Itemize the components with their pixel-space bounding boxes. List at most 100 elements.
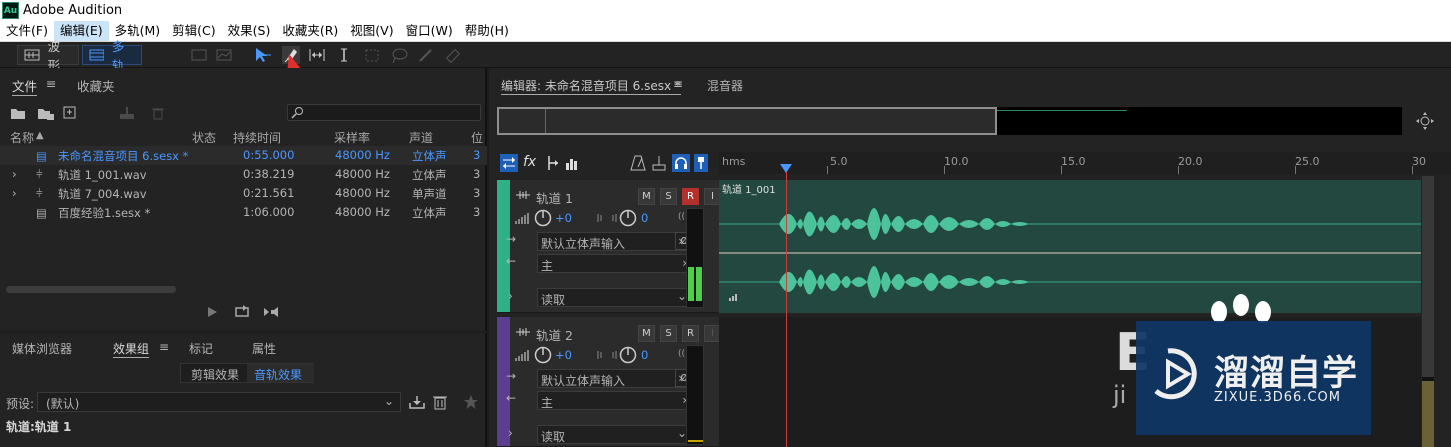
sends-icon[interactable]: [544, 154, 560, 172]
menu-favorites[interactable]: 收藏夹(R): [276, 21, 344, 41]
mute-button[interactable]: M: [638, 188, 655, 205]
waveform-view-button[interactable]: 波形: [17, 39, 79, 73]
output-select[interactable]: 主 ›: [537, 254, 693, 273]
pan-value[interactable]: 0: [641, 348, 648, 362]
timeline-ruler[interactable]: hms 5.0 10.0 15.0 20.0 25.0 30: [719, 152, 1451, 174]
col-name[interactable]: 名称: [10, 129, 34, 146]
brush-tool-icon[interactable]: [416, 46, 434, 64]
automation-mode-select[interactable]: 读取 ⌄: [537, 425, 693, 444]
new-file-icon[interactable]: [63, 106, 81, 120]
headphones-icon[interactable]: [672, 154, 690, 172]
tab-effects-rack[interactable]: 效果组: [113, 340, 150, 358]
move-tool-icon[interactable]: [253, 46, 271, 64]
input-output-toggle-icon[interactable]: [500, 154, 518, 172]
time-selection-tool-icon[interactable]: [335, 46, 353, 64]
pan-knob[interactable]: [619, 346, 637, 364]
insert-icon[interactable]: [118, 106, 136, 120]
volume-value[interactable]: +0: [555, 348, 572, 362]
panel-menu-icon[interactable]: ≡: [159, 340, 169, 354]
volume-knob[interactable]: [534, 346, 552, 364]
automation-mode-select[interactable]: 读取 ⌄: [537, 288, 693, 307]
pan-value[interactable]: 0: [641, 211, 648, 225]
track-name[interactable]: 轨道 2: [536, 325, 573, 344]
tab-favorites[interactable]: 收藏夹: [77, 76, 115, 95]
panel-menu-icon[interactable]: ≡: [46, 76, 56, 91]
tab-track-effects[interactable]: 音轨效果: [247, 364, 314, 382]
clip-waveform[interactable]: [719, 194, 1421, 313]
menu-help[interactable]: 帮助(H): [459, 21, 515, 41]
tab-editor[interactable]: 编辑器: 未命名混音项目 6.sesx *: [501, 77, 681, 95]
menu-effects[interactable]: 效果(S): [222, 21, 277, 41]
punch-in-icon[interactable]: [651, 155, 667, 171]
tab-properties[interactable]: 属性: [252, 340, 276, 357]
pan-knob[interactable]: [619, 209, 637, 227]
loop-icon[interactable]: [234, 305, 250, 319]
col-channels[interactable]: 声道: [409, 129, 433, 146]
session-overview[interactable]: [497, 107, 1402, 135]
input-select[interactable]: 默认立体声输入 ›: [537, 369, 689, 388]
mute-button[interactable]: M: [638, 325, 655, 342]
menu-window[interactable]: 窗口(W): [400, 21, 459, 41]
input-select[interactable]: 默认立体声输入 ›: [537, 232, 689, 251]
overview-zoom-range[interactable]: [497, 107, 997, 135]
tab-files[interactable]: 文件: [12, 76, 38, 96]
auto-play-icon[interactable]: [261, 305, 285, 319]
preset-dropdown[interactable]: (默认) ⌄: [37, 392, 401, 412]
open-folder-icon[interactable]: [10, 106, 26, 120]
delete-icon[interactable]: [151, 106, 165, 120]
file-row-baidu[interactable]: ▤ 百度经验1.sesx * 1:06.000 48000 Hz 立体声 3: [0, 203, 487, 222]
file-row-track1[interactable]: › ⫩ 轨道 1_001.wav 0:38.219 48000 Hz 立体声 3: [0, 165, 487, 184]
file-list-scrollbar[interactable]: [6, 286, 176, 293]
favorite-star-icon[interactable]: [463, 394, 479, 410]
sort-ascending-icon: ▲: [36, 130, 44, 141]
spectral-display-icon[interactable]: [190, 46, 208, 64]
eq-icon[interactable]: [565, 155, 579, 171]
lasso-tool-icon[interactable]: [390, 46, 408, 64]
multitrack-view-button[interactable]: 多轨: [82, 39, 142, 73]
spot-healing-icon[interactable]: [443, 46, 461, 64]
zoom-navigator-icon[interactable]: [1415, 111, 1435, 131]
tab-markers[interactable]: 标记: [189, 340, 213, 357]
solo-button[interactable]: S: [660, 325, 677, 342]
col-bits[interactable]: 位: [471, 129, 483, 146]
snap-icon[interactable]: [694, 154, 708, 172]
file-row-session-6[interactable]: ▤ 未命名混音项目 6.sesx * 0:55.000 48000 Hz 立体声…: [0, 146, 487, 165]
tab-mixer[interactable]: 混音器: [707, 77, 743, 94]
col-duration[interactable]: 持续时间: [233, 129, 281, 146]
track-name[interactable]: 轨道 1: [536, 188, 573, 207]
menu-clip[interactable]: 剪辑(C): [166, 21, 221, 41]
expand-chevron-icon[interactable]: ›: [12, 167, 17, 181]
expand-automation-icon[interactable]: ›: [508, 289, 513, 303]
import-icon[interactable]: [37, 106, 55, 120]
tab-clip-effects[interactable]: 剪辑效果: [191, 366, 239, 383]
editor-vertical-scrollbar[interactable]: [1422, 176, 1434, 447]
pitch-display-icon[interactable]: [215, 46, 233, 64]
volume-value[interactable]: +0: [555, 211, 572, 225]
play-icon[interactable]: [206, 306, 218, 318]
marquee-tool-icon[interactable]: [363, 46, 381, 64]
col-status[interactable]: 状态: [192, 129, 216, 146]
metronome-icon[interactable]: [630, 155, 646, 171]
effects-subtabs: 剪辑效果 音轨效果: [180, 363, 314, 383]
file-bits: 3: [473, 205, 481, 219]
file-search-input[interactable]: [287, 104, 481, 121]
output-select[interactable]: 主 ›: [537, 391, 693, 410]
record-arm-button[interactable]: R: [682, 325, 699, 342]
fx-icon[interactable]: fx: [523, 154, 536, 170]
menu-file[interactable]: 文件(F): [0, 21, 54, 41]
delete-preset-icon[interactable]: [432, 394, 448, 410]
save-preset-icon[interactable]: [408, 394, 426, 410]
tab-media-browser[interactable]: 媒体浏览器: [12, 340, 72, 357]
record-arm-button[interactable]: R: [682, 188, 699, 205]
menu-view[interactable]: 视图(V): [344, 21, 399, 41]
col-sample-rate[interactable]: 采样率: [334, 129, 370, 146]
panel-menu-icon[interactable]: ≡: [673, 77, 683, 91]
editor-tabs: 编辑器: 未命名混音项目 6.sesx * ≡ 混音器: [489, 68, 1451, 100]
solo-button[interactable]: S: [660, 188, 677, 205]
track-1-lane[interactable]: 轨道 1_001: [719, 180, 1421, 313]
expand-chevron-icon[interactable]: ›: [12, 186, 17, 200]
expand-automation-icon[interactable]: ›: [508, 426, 513, 440]
scroll-thumb[interactable]: [1422, 176, 1434, 377]
volume-knob[interactable]: [534, 209, 552, 227]
file-row-track7[interactable]: › ⫩ 轨道 7_004.wav 0:21.561 48000 Hz 单声道 3: [0, 184, 487, 203]
